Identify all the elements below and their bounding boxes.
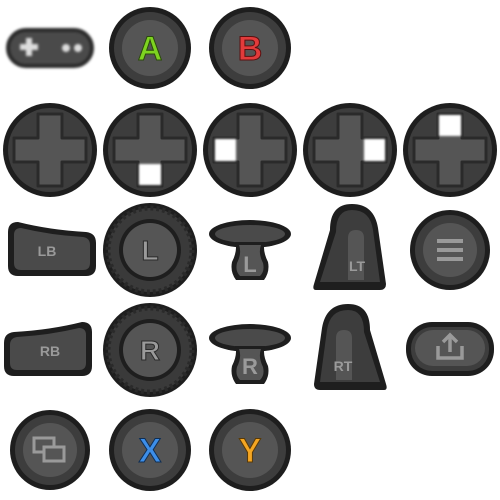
lb-label: LB [38, 243, 57, 259]
dpad-pressed-highlight [364, 139, 385, 161]
thumbstick-side-icon: R [209, 324, 291, 384]
l-stick-side-label: L [243, 252, 256, 277]
a-label: A [138, 30, 163, 68]
x-label: X [139, 432, 162, 470]
r-stick-label: R [140, 335, 160, 366]
thumbstick-icon: R [103, 303, 197, 397]
dpad-down-pressed[interactable] [100, 100, 200, 200]
dpad-icon [303, 103, 397, 197]
trigger-icon: LT [313, 204, 386, 290]
dpad-icon [3, 103, 97, 197]
rt-trigger[interactable]: RT [300, 300, 400, 400]
thumbstick-icon: L [103, 203, 197, 297]
y-label: Y [239, 432, 262, 470]
right-stick[interactable]: R [100, 300, 200, 400]
b-button[interactable]: B [200, 0, 300, 100]
trigger-icon: RT [314, 304, 387, 390]
lb-bumper[interactable]: LB [0, 200, 100, 300]
menu-button[interactable] [400, 200, 500, 300]
controller-sprite-sheet: A B LB L L LT RB R R RT X Y [0, 0, 500, 500]
thumbstick-side-icon: L [209, 220, 291, 280]
gamepad-icon [6, 28, 94, 68]
rt-label: RT [334, 358, 353, 374]
right-stick-side[interactable]: R [200, 300, 300, 400]
left-stick[interactable]: L [100, 200, 200, 300]
dpad-neutral[interactable] [0, 100, 100, 200]
l-stick-label: L [141, 235, 158, 266]
view-button[interactable] [0, 400, 100, 500]
lt-trigger[interactable]: LT [300, 200, 400, 300]
rb-label: RB [40, 343, 60, 359]
gamepad-tile [0, 0, 100, 100]
rb-bumper[interactable]: RB [0, 300, 100, 400]
dpad-right-pressed[interactable] [300, 100, 400, 200]
dpad-pressed-highlight [139, 164, 161, 185]
b-label: B [238, 30, 263, 68]
left-stick-side[interactable]: L [200, 200, 300, 300]
share-button[interactable] [400, 300, 500, 400]
menu-icon [437, 239, 463, 261]
x-button[interactable]: X [100, 400, 200, 500]
dpad-left-pressed[interactable] [200, 100, 300, 200]
dpad-icon [103, 103, 197, 197]
a-button[interactable]: A [100, 0, 200, 100]
y-button[interactable]: Y [200, 400, 300, 500]
dpad-pressed-highlight [215, 139, 236, 161]
dpad-icon [403, 103, 497, 197]
r-stick-side-label: R [242, 354, 258, 379]
dpad-pressed-highlight [439, 115, 461, 136]
lt-label: LT [349, 258, 366, 274]
dpad-up-pressed[interactable] [400, 100, 500, 200]
dpad-icon [203, 103, 297, 197]
